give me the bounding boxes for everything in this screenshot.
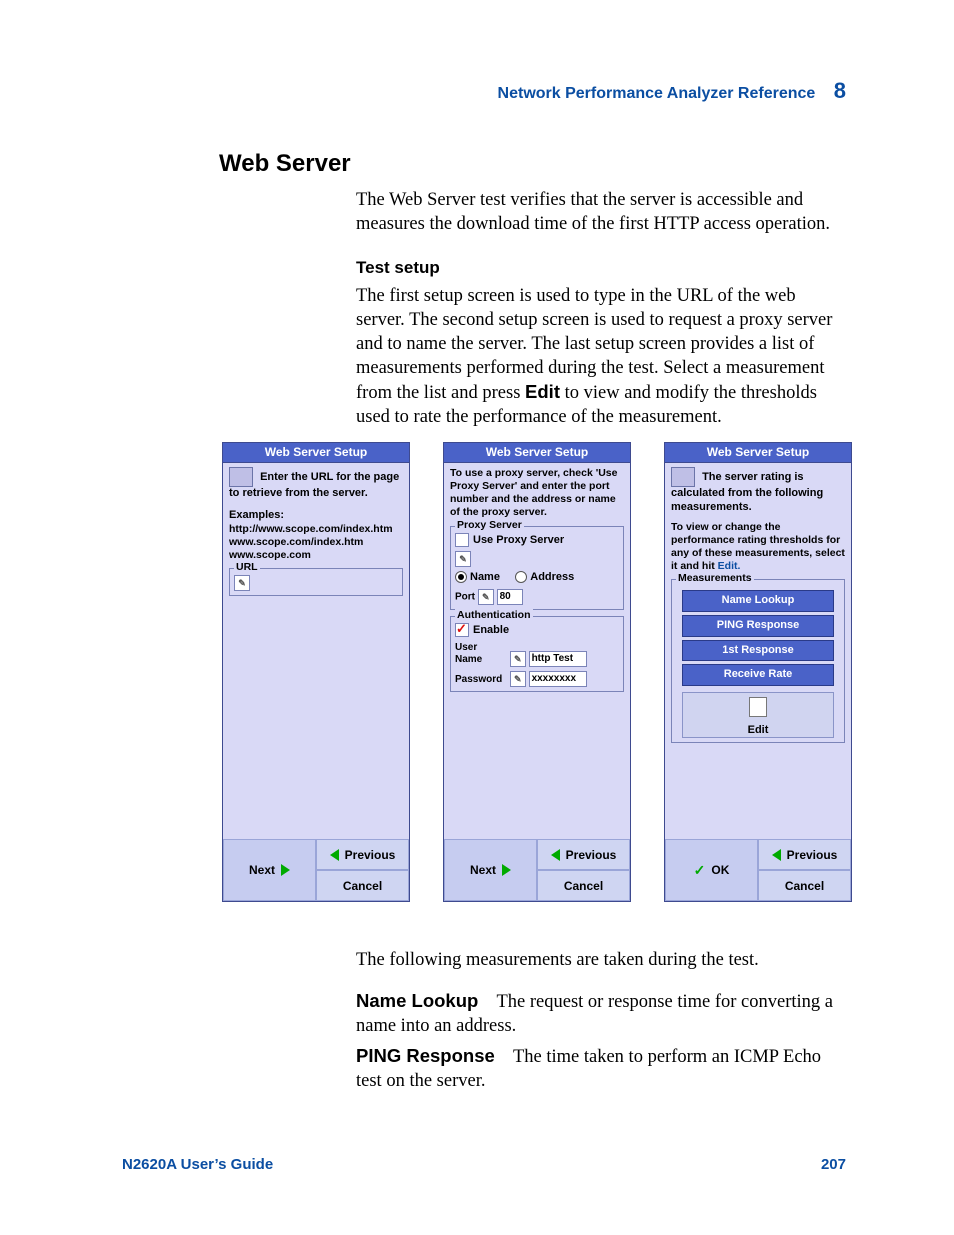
example-2: www.scope.com/index.htm xyxy=(229,536,403,549)
proxy-legend: Proxy Server xyxy=(455,519,524,532)
edit-icon[interactable]: ✎ xyxy=(510,651,526,667)
measurement-item[interactable]: PING Response xyxy=(682,615,834,637)
dialog-title: Web Server Setup xyxy=(223,443,409,463)
proxy-fieldset: Proxy Server Use Proxy Server ✎ Name Add… xyxy=(450,526,624,610)
running-header-title: Network Performance Analyzer Reference xyxy=(498,85,816,102)
footer-right: 207 xyxy=(821,1156,846,1173)
left-arrow-icon xyxy=(330,849,339,861)
example-1: http://www.scope.com/index.htm xyxy=(229,523,403,536)
right-arrow-icon xyxy=(502,864,511,876)
dialog-measurements-body: The server rating is calculated from the… xyxy=(665,463,851,839)
radio-name[interactable] xyxy=(455,571,467,583)
radio-address-label: Address xyxy=(530,571,574,583)
name-lookup-term: Name Lookup xyxy=(356,990,478,1011)
running-header: Network Performance Analyzer Reference 8 xyxy=(498,78,846,104)
test-setup-edit-word: Edit xyxy=(525,381,560,402)
edit-icon[interactable]: ✎ xyxy=(478,589,494,605)
page: Network Performance Analyzer Reference 8… xyxy=(0,0,954,1235)
password-field[interactable]: xxxxxxxx xyxy=(529,671,587,687)
dialog-url: Web Server Setup Enter the URL for the p… xyxy=(222,442,410,902)
edit-label: Edit xyxy=(748,724,769,736)
intro-paragraph: The Web Server test verifies that the se… xyxy=(356,188,846,236)
dialog-proxy: Web Server Setup To use a proxy server, … xyxy=(443,442,631,902)
use-proxy-checkbox[interactable] xyxy=(455,533,469,547)
left-arrow-icon xyxy=(551,849,560,861)
measurements-list: Name Lookup PING Response 1st Response R… xyxy=(676,590,840,686)
previous-button[interactable]: Previous xyxy=(316,839,409,870)
measurement-item[interactable]: Name Lookup xyxy=(682,590,834,612)
after-shots-paragraph: The following measurements are taken dur… xyxy=(356,948,846,972)
url-fieldset: URL ✎ xyxy=(229,568,403,596)
dialog-meas-buttons: Previous ✓OK Cancel xyxy=(665,839,851,901)
ping-response-term: PING Response xyxy=(356,1045,495,1066)
password-label: Password xyxy=(455,674,507,687)
enable-auth-label: Enable xyxy=(473,624,509,636)
dialog-url-buttons: Previous Next Cancel xyxy=(223,839,409,901)
dialog-url-body: Enter the URL for the page to retrieve f… xyxy=(223,463,409,839)
test-setup-paragraph: The first setup screen is used to type i… xyxy=(356,284,846,429)
username-field[interactable]: http Test xyxy=(529,651,587,667)
screenshots-row: Web Server Setup Enter the URL for the p… xyxy=(222,442,852,902)
edit-icon[interactable]: ✎ xyxy=(510,671,526,687)
edit-icon[interactable]: ✎ xyxy=(234,575,250,591)
auth-fieldset: Authentication Enable User Name ✎ http T… xyxy=(450,616,624,693)
page-icon xyxy=(229,467,253,487)
port-field[interactable]: 80 xyxy=(497,589,523,605)
test-setup-heading: Test setup xyxy=(356,258,440,278)
page-footer: N2620A User’s Guide 207 xyxy=(122,1156,846,1173)
document-icon xyxy=(749,697,767,717)
footer-left: N2620A User’s Guide xyxy=(122,1156,273,1173)
measurement-item[interactable]: 1st Response xyxy=(682,640,834,662)
check-icon: ✓ xyxy=(694,862,706,879)
dialog-title: Web Server Setup xyxy=(444,443,630,463)
previous-button[interactable]: Previous xyxy=(537,839,630,870)
dialog-title: Web Server Setup xyxy=(665,443,851,463)
name-lookup-def: Name Lookup The request or response time… xyxy=(356,989,846,1038)
enable-auth-checkbox[interactable] xyxy=(455,623,469,637)
use-proxy-label: Use Proxy Server xyxy=(473,533,564,545)
dialog-meas-instr: To view or change the performance rating… xyxy=(671,521,845,574)
section-heading: Web Server xyxy=(219,150,351,178)
measurement-item[interactable]: Receive Rate xyxy=(682,664,834,686)
edit-button[interactable]: Edit xyxy=(682,692,834,738)
right-arrow-icon xyxy=(281,864,290,876)
left-arrow-icon xyxy=(772,849,781,861)
cancel-button[interactable]: Cancel xyxy=(758,870,851,901)
radio-address[interactable] xyxy=(515,571,527,583)
url-legend: URL xyxy=(234,561,260,574)
next-button[interactable]: Next xyxy=(223,839,316,901)
dialog-proxy-hint: To use a proxy server, check 'Use Proxy … xyxy=(450,467,624,520)
ping-response-def: PING Response The time taken to perform … xyxy=(356,1044,846,1093)
edit-icon[interactable]: ✎ xyxy=(455,551,471,567)
username-label: User Name xyxy=(455,642,507,667)
dialog-proxy-buttons: Previous Next Cancel xyxy=(444,839,630,901)
rating-icon xyxy=(671,467,695,487)
dialog-url-hint: Enter the URL for the page to retrieve f… xyxy=(229,471,399,499)
dialog-measurements: Web Server Setup The server rating is ca… xyxy=(664,442,852,902)
examples-label: Examples: xyxy=(229,509,403,523)
measurements-legend: Measurements xyxy=(676,572,754,585)
cancel-button[interactable]: Cancel xyxy=(537,870,630,901)
ok-button[interactable]: ✓OK xyxy=(665,839,758,901)
next-button[interactable]: Next xyxy=(444,839,537,901)
port-label: Port xyxy=(455,592,475,603)
dialog-proxy-body: To use a proxy server, check 'Use Proxy … xyxy=(444,463,630,839)
running-header-chapter: 8 xyxy=(834,78,846,103)
radio-name-label: Name xyxy=(470,571,500,583)
previous-button[interactable]: Previous xyxy=(758,839,851,870)
cancel-button[interactable]: Cancel xyxy=(316,870,409,901)
measurements-fieldset: Measurements Name Lookup PING Response 1… xyxy=(671,579,845,743)
